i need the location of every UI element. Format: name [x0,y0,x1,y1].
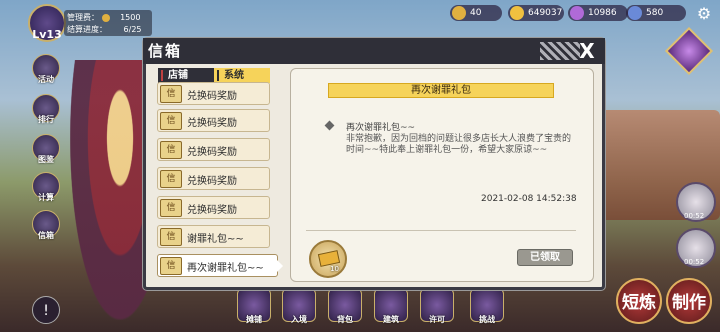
craft-button[interactable]: 制作 [666,278,712,324]
bottom-label-license: 许可 [429,315,445,324]
selected-arrow-icon [277,260,283,272]
mail-list-item[interactable]: 信 谢罪礼包~~ [157,225,270,248]
coin-icon [101,13,110,22]
side-label-codex: 图鉴 [38,155,54,164]
resource-value: 649037 [528,8,563,18]
mail-list-item[interactable]: 信 兑换码奖励 [157,82,270,105]
timer-slot-1[interactable]: 00:52 [676,182,716,222]
mail-body: 非常抱歉，因为回档的问题让很多店长大人浪费了宝贵的时间~~特此奉上谢罪礼包一份，… [346,134,572,155]
player-avatar[interactable]: Lv13 [28,4,66,42]
stat2-label: 结算进度： [67,25,107,34]
mail-date: 2021-02-08 14:52:38 [481,194,577,204]
mail-scroll-icon: 信 [160,199,182,217]
mail-scroll-icon: 信 [160,257,182,275]
timer-label: 00:52 [684,212,705,220]
resource-value: 580 [646,8,664,18]
bottom-label-building: 建筑 [383,315,399,324]
gold-coin-icon [452,6,466,20]
resource-gold[interactable]: 40 [450,5,502,21]
stat2-value: 6/25 [123,25,142,34]
reward-item[interactable]: 10 [309,240,347,278]
mail-scroll-icon: 信 [160,112,182,130]
resource-value: 40 [470,8,482,18]
dialog-header [143,38,605,64]
mail-scroll-icon: 信 [160,228,182,246]
resource-purple-gem[interactable]: 10986 [568,5,628,21]
content-divider [306,230,576,231]
resource-coin[interactable]: 649037 [508,5,564,21]
blue-gem-icon [628,6,642,20]
resource-blue-gem[interactable]: 580 [626,5,686,21]
stat1-label: 管理费： [67,13,99,22]
side-label-calculate: 计算 [38,193,54,202]
tab-marker [217,70,219,81]
tab-shop[interactable]: 店铺 [158,68,214,83]
mail-item-label: 兑换码奖励 [187,118,237,129]
bottom-label-entry: 入境 [291,315,307,324]
purple-gem-icon [570,6,584,20]
mail-item-label: 兑换码奖励 [187,205,237,216]
mail-subject: 再次谢罪礼包~~ [346,123,416,133]
player-stats: 管理费： 1500 结算进度： 6/25 [64,10,152,36]
player-level: Lv13 [32,28,62,41]
settings-gear-icon[interactable]: ⚙ [694,4,714,24]
mail-item-label: 兑换码奖励 [187,91,237,102]
mail-item-label: 谢罪礼包~~ [187,234,244,245]
forge-button[interactable]: 短炼 [616,278,662,324]
side-label-activity: 活动 [38,75,54,84]
tab-marker [161,70,163,81]
side-label-ranking: 排行 [38,115,54,124]
tab-label: 系统 [224,70,244,81]
mail-item-label: 兑换码奖励 [187,176,237,187]
tab-system[interactable]: 系统 [214,68,270,83]
mail-list-item[interactable]: 信 兑换码奖励 [157,138,270,161]
resource-value: 10986 [588,8,617,18]
reward-count: 10 [330,265,339,273]
dialog-title: 信箱 [148,42,183,60]
mail-list-item[interactable]: 信 兑换码奖励 [157,167,270,190]
mail-scroll-icon: 信 [160,85,182,103]
bottom-label-stall: 摊铺 [246,315,262,324]
claimed-button[interactable]: 已领取 [517,249,573,266]
compass-icon[interactable]: ! [32,296,60,324]
mail-scroll-icon: 信 [160,141,182,159]
mail-item-label: 兑换码奖励 [187,147,237,158]
mail-item-label: 再次谢罪礼包~~ [187,263,264,274]
bottom-label-backpack: 背包 [337,315,353,324]
tab-label: 店铺 [168,70,188,81]
mail-content-title: 再次谢罪礼包 [328,83,554,98]
coin-icon [510,6,524,20]
mail-list-item[interactable]: 信 兑换码奖励 [157,196,270,219]
side-label-mail: 信箱 [38,231,54,240]
mail-list-item-selected[interactable]: 信 再次谢罪礼包~~ [157,254,283,277]
header-decoration [540,42,580,60]
timer-slot-2[interactable]: 00:52 [676,228,716,268]
mail-list-item[interactable]: 信 兑换码奖励 [157,109,270,132]
stat1-value: 1500 [120,13,141,22]
mail-scroll-icon: 信 [160,170,182,188]
bottom-label-challenge: 挑战 [479,315,495,324]
close-button[interactable]: X [576,40,598,62]
timer-label: 00:52 [684,258,705,266]
